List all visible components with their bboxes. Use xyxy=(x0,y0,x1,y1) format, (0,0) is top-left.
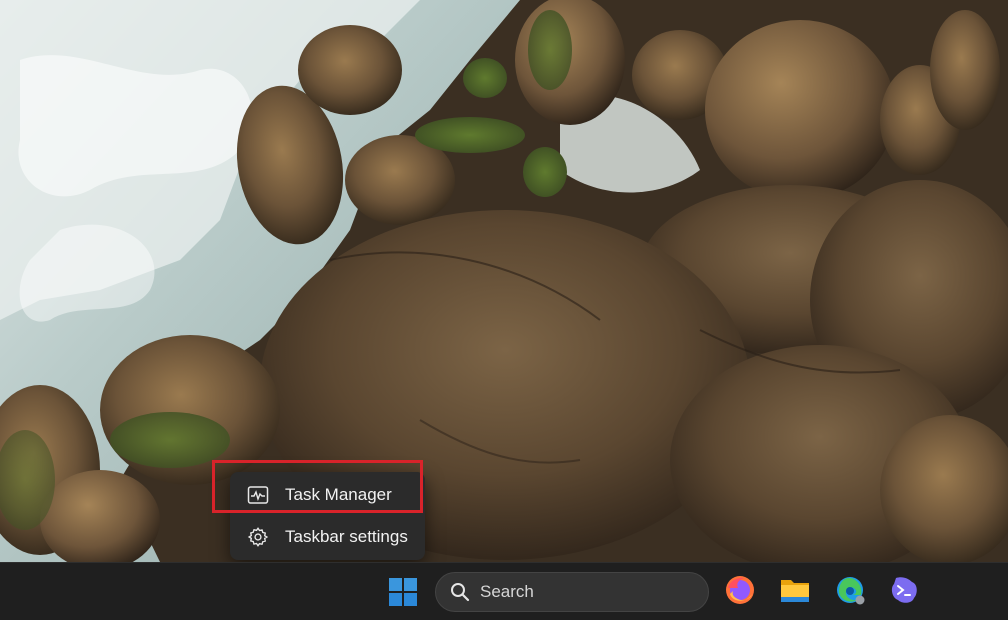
search-icon xyxy=(450,582,470,602)
start-button[interactable] xyxy=(386,575,420,609)
gear-icon xyxy=(247,526,269,548)
taskbar-app-microsoft-edge[interactable] xyxy=(832,574,868,610)
menu-item-task-manager[interactable]: Task Manager xyxy=(234,476,421,514)
search-label: Search xyxy=(480,582,534,601)
firefox-icon xyxy=(724,574,756,611)
menu-item-label: Taskbar settings xyxy=(285,527,408,546)
windows-logo-icon xyxy=(386,578,420,613)
folder-icon xyxy=(779,576,811,609)
taskbar-context-menu: Task Manager Taskbar settings xyxy=(230,472,425,560)
taskbar-app-firefox[interactable] xyxy=(722,574,758,610)
taskbar-search-box[interactable]: Search xyxy=(435,572,709,612)
taskbar-app-terminal[interactable] xyxy=(886,574,922,610)
edge-icon xyxy=(834,574,866,611)
taskbar-app-file-explorer[interactable] xyxy=(777,574,813,610)
terminal-icon xyxy=(888,574,920,611)
menu-item-label: Task Manager xyxy=(285,485,392,504)
desktop-wallpaper xyxy=(0,0,1008,562)
taskbar: Search xyxy=(0,562,1008,620)
menu-item-taskbar-settings[interactable]: Taskbar settings xyxy=(234,518,421,556)
task-manager-icon xyxy=(247,484,269,506)
